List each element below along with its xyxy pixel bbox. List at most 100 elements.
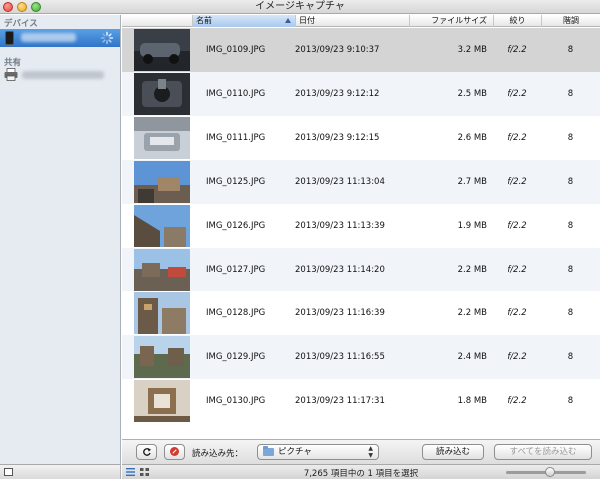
cell-aperture: f/2.2 bbox=[507, 308, 527, 319]
cell-bit-depth: 8 bbox=[567, 45, 574, 55]
photo-thumbnail bbox=[134, 204, 190, 247]
sidebar-item-printer[interactable] bbox=[0, 67, 120, 83]
table-row[interactable]: IMG_0128.JPG 2013/09/23 11:16:39 2.2 MB … bbox=[122, 291, 600, 336]
cell-size: 2.2 MB bbox=[457, 308, 487, 319]
photo-thumbnail bbox=[134, 380, 190, 423]
table-row[interactable]: IMG_0127.JPG 2013/09/23 11:14:20 2.2 MB … bbox=[122, 247, 600, 292]
cell-date: 2013/09/23 9:10:37 bbox=[295, 45, 380, 55]
column-bit-depth[interactable]: 階調 bbox=[541, 15, 600, 27]
table-row[interactable]: IMG_0126.JPG 2013/09/23 11:13:39 1.9 MB … bbox=[122, 203, 600, 248]
cell-aperture: f/2.2 bbox=[507, 352, 527, 363]
printer-name bbox=[22, 71, 104, 79]
cell-aperture: f/2.2 bbox=[507, 88, 527, 99]
column-size[interactable]: ファイルサイズ bbox=[409, 15, 493, 27]
printer-icon bbox=[4, 68, 18, 81]
cell-date: 2013/09/23 11:16:55 bbox=[295, 352, 385, 363]
import-to-label: 読み込み先： bbox=[192, 449, 244, 459]
rotate-left-button[interactable] bbox=[136, 444, 157, 460]
sidebar-footer bbox=[0, 464, 121, 479]
cell-name: IMG_0129.JPG bbox=[206, 352, 266, 363]
cell-name: IMG_0111.JPG bbox=[206, 132, 266, 143]
devices-heading: デバイス bbox=[4, 19, 38, 29]
photo-thumbnail bbox=[134, 116, 190, 159]
photo-thumbnail bbox=[134, 29, 190, 71]
iphone-icon bbox=[5, 31, 14, 45]
cell-name: IMG_0127.JPG bbox=[206, 264, 266, 275]
cell-date: 2013/09/23 11:13:39 bbox=[295, 220, 385, 231]
image-list: IMG_0109.JPG 2013/09/23 9:10:37 3.2 MB f… bbox=[122, 28, 600, 427]
table-row[interactable]: IMG_0109.JPG 2013/09/23 9:10:37 3.2 MB f… bbox=[122, 28, 600, 72]
cell-bit-depth: 8 bbox=[567, 352, 574, 363]
table-row[interactable]: IMG_0110.JPG 2013/09/23 9:12:12 2.5 MB f… bbox=[122, 71, 600, 116]
thumbnail-size-slider[interactable] bbox=[506, 467, 586, 477]
cell-name: IMG_0125.JPG bbox=[206, 176, 266, 187]
import-all-button[interactable]: すべてを読み込む bbox=[494, 444, 592, 460]
column-date[interactable]: 日付 bbox=[295, 15, 409, 27]
sidebar-item-device[interactable] bbox=[0, 29, 120, 47]
cell-name: IMG_0110.JPG bbox=[206, 88, 266, 99]
cell-aperture: f/2.2 bbox=[507, 132, 527, 143]
cell-name: IMG_0109.JPG bbox=[206, 45, 266, 55]
import-button[interactable]: 読み込む bbox=[422, 444, 484, 460]
cell-date: 2013/09/23 11:13:04 bbox=[295, 176, 385, 187]
cell-aperture: f/2.2 bbox=[507, 220, 527, 231]
spinner-icon bbox=[100, 31, 114, 45]
device-name bbox=[21, 33, 76, 42]
cell-date: 2013/09/23 11:17:31 bbox=[295, 396, 385, 407]
share-device-icon[interactable] bbox=[4, 468, 13, 476]
cell-date: 2013/09/23 9:12:15 bbox=[295, 132, 380, 143]
import-destination-value: ピクチャ bbox=[278, 447, 312, 457]
import-bar: 読み込み先： ピクチャ ▲ ▼ 読み込む すべてを読み込む bbox=[122, 439, 600, 464]
cell-bit-depth: 8 bbox=[567, 176, 574, 187]
photo-thumbnail bbox=[134, 336, 190, 379]
column-header: 名前 日付 ファイルサイズ 絞り 階調 bbox=[122, 15, 600, 27]
cell-date: 2013/09/23 9:12:12 bbox=[295, 88, 380, 99]
photo-thumbnail bbox=[134, 160, 190, 203]
folder-icon bbox=[263, 446, 274, 456]
image-capture-window: イメージキャプチャ デバイス 共有 名前 日付 ファイルサイズ 絞り 階調 IM… bbox=[0, 0, 600, 479]
cell-size: 2.4 MB bbox=[457, 352, 487, 363]
cell-bit-depth: 8 bbox=[567, 132, 574, 143]
cell-date: 2013/09/23 11:14:20 bbox=[295, 264, 385, 275]
status-bar: 7,265 項目中の 1 項目を選択 bbox=[122, 464, 600, 479]
cell-aperture: f/2.2 bbox=[507, 396, 527, 407]
delete-icon bbox=[170, 447, 179, 456]
title-bar: イメージキャプチャ bbox=[0, 0, 600, 14]
cell-bit-depth: 8 bbox=[567, 220, 574, 231]
import-destination-select[interactable]: ピクチャ ▲ ▼ bbox=[257, 444, 379, 460]
rotate-left-icon bbox=[142, 448, 151, 456]
column-aperture[interactable]: 絞り bbox=[493, 15, 541, 27]
cell-size: 1.9 MB bbox=[457, 220, 487, 231]
sidebar: デバイス 共有 bbox=[0, 15, 121, 464]
cell-name: IMG_0128.JPG bbox=[206, 308, 266, 319]
cell-size: 2.7 MB bbox=[457, 176, 487, 187]
cell-size: 2.5 MB bbox=[457, 88, 487, 99]
cell-aperture: f/2.2 bbox=[507, 264, 527, 275]
table-row[interactable]: IMG_0125.JPG 2013/09/23 11:13:04 2.7 MB … bbox=[122, 159, 600, 204]
window-title: イメージキャプチャ bbox=[255, 1, 345, 12]
cell-aperture: f/2.2 bbox=[507, 176, 527, 187]
photo-thumbnail bbox=[134, 248, 190, 291]
table-row[interactable]: IMG_0130.JPG 2013/09/23 11:17:31 1.8 MB … bbox=[122, 379, 600, 424]
cell-bit-depth: 8 bbox=[567, 264, 574, 275]
cell-size: 2.6 MB bbox=[457, 132, 487, 143]
cell-size: 2.2 MB bbox=[457, 264, 487, 275]
photo-thumbnail bbox=[134, 292, 190, 335]
delete-button[interactable] bbox=[164, 444, 185, 460]
sort-ascending-icon bbox=[285, 18, 291, 23]
cell-size: 1.8 MB bbox=[457, 396, 487, 407]
cell-date: 2013/09/23 11:16:39 bbox=[295, 308, 385, 319]
column-thumbnail bbox=[122, 15, 192, 27]
photo-thumbnail bbox=[134, 72, 190, 115]
table-row[interactable]: IMG_0111.JPG 2013/09/23 9:12:15 2.6 MB f… bbox=[122, 115, 600, 160]
cell-bit-depth: 8 bbox=[567, 396, 574, 407]
cell-bit-depth: 8 bbox=[567, 88, 574, 99]
select-arrows-icon: ▲ ▼ bbox=[368, 445, 373, 459]
cell-size: 3.2 MB bbox=[457, 45, 487, 55]
column-name[interactable]: 名前 bbox=[192, 15, 295, 27]
cell-name: IMG_0130.JPG bbox=[206, 396, 266, 407]
column-name-label: 名前 bbox=[196, 16, 212, 25]
cell-aperture: f/2.2 bbox=[507, 45, 527, 55]
slider-knob[interactable] bbox=[544, 467, 555, 477]
table-row[interactable]: IMG_0129.JPG 2013/09/23 11:16:55 2.4 MB … bbox=[122, 335, 600, 380]
